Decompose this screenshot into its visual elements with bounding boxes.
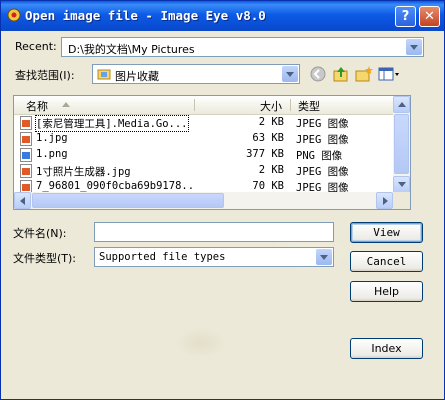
scroll-down-button[interactable] bbox=[393, 176, 410, 193]
file-row[interactable]: [索尼管理工具].Media.Go... 2 KB JPEG 图像 bbox=[14, 115, 410, 132]
file-row[interactable]: 1.jpg 63 KB JPEG 图像 bbox=[14, 131, 410, 147]
file-type-value: Supported file types bbox=[99, 251, 226, 263]
recent-label: Recent: bbox=[15, 40, 57, 53]
file-size: 377 KB bbox=[246, 148, 284, 160]
pictures-folder-icon bbox=[97, 69, 111, 80]
chevron-down-icon[interactable] bbox=[282, 66, 298, 82]
scroll-corner bbox=[393, 192, 410, 209]
scroll-right-button[interactable] bbox=[376, 192, 393, 209]
jpeg-icon bbox=[20, 132, 32, 146]
title-bar[interactable]: Open image file - Image Eye v8.0 ? ✕ bbox=[1, 1, 444, 31]
file-type: JPEG 图像 bbox=[296, 118, 349, 130]
column-type[interactable]: 类型 bbox=[298, 98, 320, 114]
file-name[interactable]: 7_96801_090f0cba69b9178... bbox=[36, 180, 192, 192]
look-in-label: 查找范围(I): bbox=[15, 69, 75, 82]
horizontal-scrollbar[interactable] bbox=[14, 192, 393, 209]
sort-ascending-icon bbox=[62, 102, 70, 107]
column-name[interactable]: 名称 bbox=[26, 98, 48, 114]
image-eye-app-icon bbox=[7, 8, 21, 22]
file-size: 2 KB bbox=[258, 116, 284, 128]
new-folder-icon[interactable] bbox=[354, 64, 374, 84]
chevron-down-icon[interactable] bbox=[316, 249, 332, 265]
back-icon[interactable] bbox=[308, 64, 328, 84]
file-name-input[interactable] bbox=[94, 222, 334, 242]
file-name[interactable]: 1.jpg bbox=[36, 132, 68, 144]
window-title: Open image file - Image Eye v8.0 bbox=[25, 8, 266, 23]
file-type: PNG 图像 bbox=[296, 150, 343, 162]
scroll-up-button[interactable] bbox=[393, 96, 410, 113]
file-size: 70 KB bbox=[252, 180, 284, 192]
scroll-left-button[interactable] bbox=[14, 192, 31, 209]
look-in-combobox[interactable]: 图片收藏 bbox=[92, 64, 300, 84]
view-button[interactable]: View bbox=[350, 222, 423, 243]
column-separator[interactable] bbox=[194, 99, 195, 111]
chevron-down-icon[interactable] bbox=[406, 39, 422, 55]
vertical-scrollbar[interactable] bbox=[393, 96, 410, 193]
open-image-dialog: Open image file - Image Eye v8.0 ? ✕ Rec… bbox=[0, 0, 445, 400]
help-button[interactable]: Help bbox=[350, 281, 423, 302]
file-type: JPEG 图像 bbox=[296, 166, 349, 178]
file-list-header: 名称 大小 类型 bbox=[14, 96, 410, 115]
recent-combobox[interactable]: D:\我的文档\My Pictures bbox=[61, 37, 424, 57]
jpeg-icon bbox=[20, 164, 32, 178]
help-title-button[interactable]: ? bbox=[395, 6, 416, 27]
column-size[interactable]: 大小 bbox=[260, 98, 282, 114]
dialog-body: Recent: D:\我的文档\My Pictures 查找范围(I): 图片收… bbox=[4, 31, 441, 398]
view-menu-icon[interactable] bbox=[377, 64, 401, 84]
vertical-scroll-thumb[interactable] bbox=[394, 114, 409, 174]
jpeg-icon bbox=[20, 116, 32, 130]
file-row[interactable]: 1寸照片生成器.jpg 2 KB JPEG 图像 bbox=[14, 163, 410, 179]
file-type-combobox[interactable]: Supported file types bbox=[94, 247, 334, 267]
column-separator[interactable] bbox=[290, 99, 291, 111]
file-type: JPEG 图像 bbox=[296, 134, 349, 146]
file-name[interactable]: 1寸照片生成器.jpg bbox=[36, 164, 131, 179]
file-name-label: 文件名(N): bbox=[13, 227, 67, 240]
file-size: 63 KB bbox=[252, 132, 284, 144]
png-icon bbox=[20, 148, 32, 162]
file-name[interactable]: 1.png bbox=[36, 148, 68, 160]
recent-value: D:\我的文档\My Pictures bbox=[68, 43, 195, 56]
file-row[interactable]: 1.png 377 KB PNG 图像 bbox=[14, 147, 410, 163]
horizontal-scroll-thumb[interactable] bbox=[32, 193, 224, 208]
file-name[interactable]: [索尼管理工具].Media.Go... bbox=[35, 115, 189, 132]
file-size: 2 KB bbox=[258, 164, 284, 176]
file-list[interactable]: 名称 大小 类型 [索尼管理工具].Media.Go... 2 KB JPEG … bbox=[13, 95, 411, 210]
close-button[interactable]: ✕ bbox=[419, 6, 440, 27]
up-folder-icon[interactable] bbox=[331, 64, 351, 84]
look-in-value: 图片收藏 bbox=[115, 70, 159, 83]
index-button[interactable]: Index bbox=[350, 338, 423, 359]
cancel-button[interactable]: Cancel bbox=[350, 251, 423, 272]
file-type-label: 文件类型(T): bbox=[13, 252, 77, 265]
